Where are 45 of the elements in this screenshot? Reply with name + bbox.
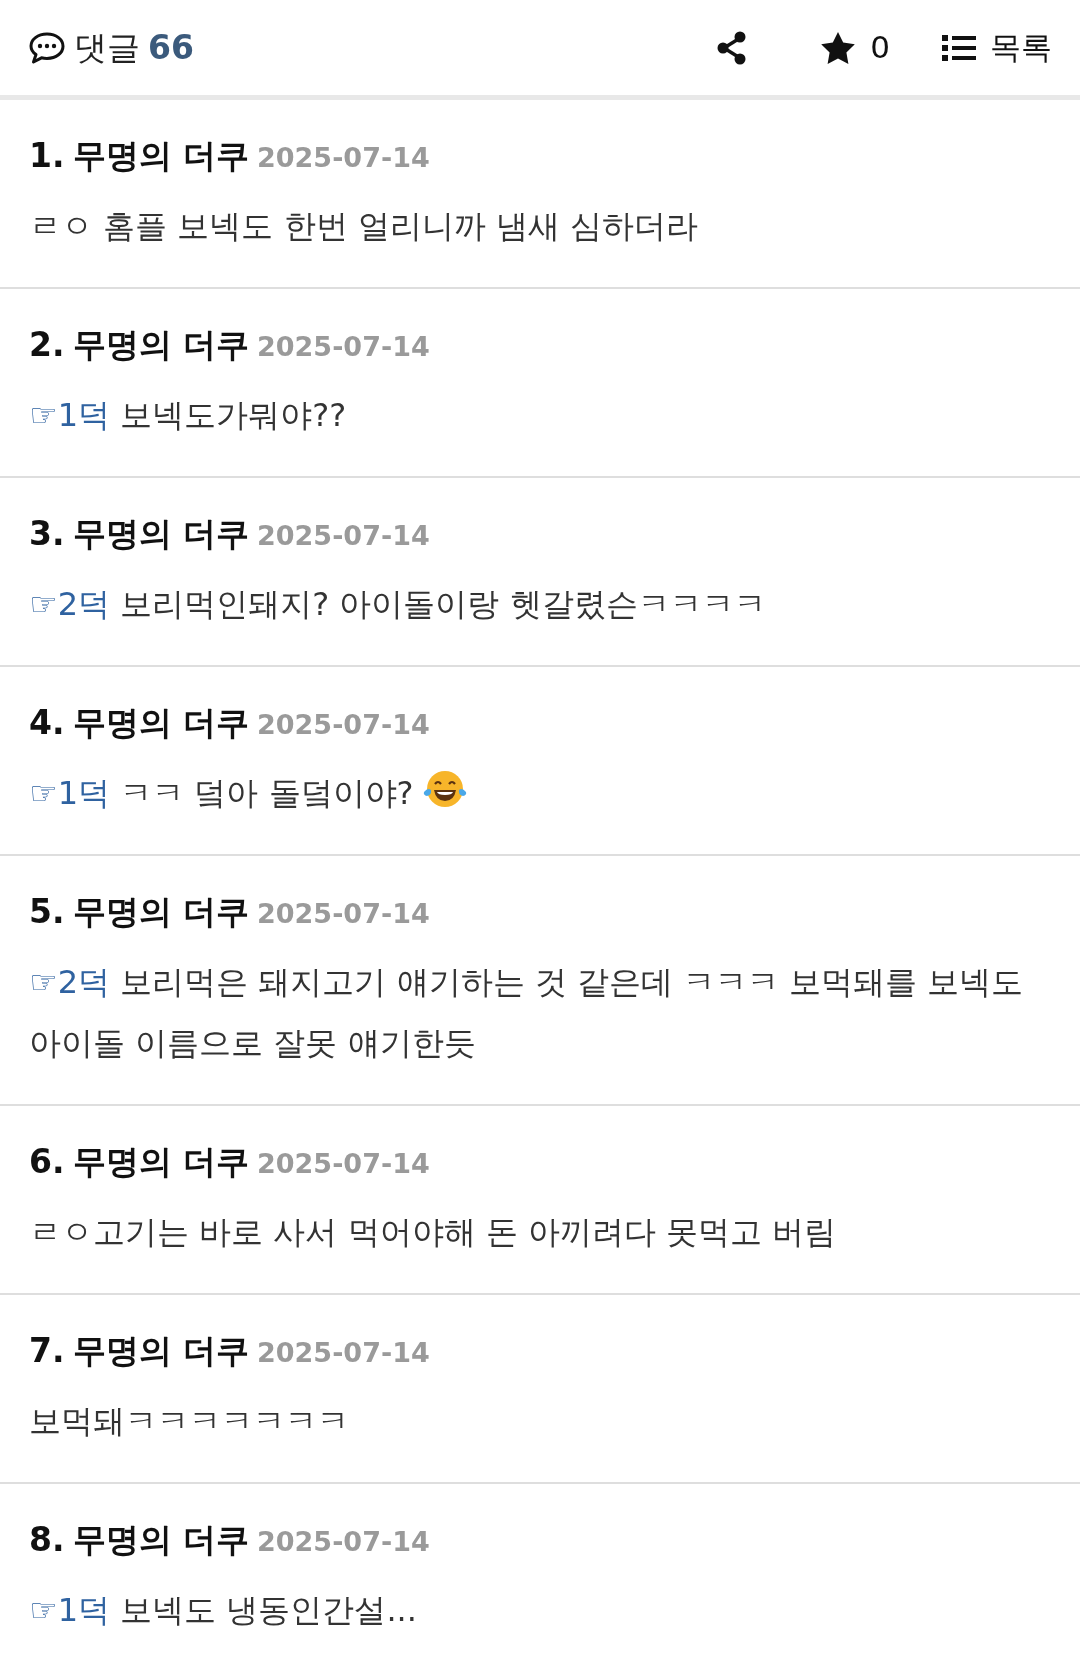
comment-date: 2025-07-14 [257,141,430,175]
comment-date: 2025-07-14 [257,708,430,742]
comment-text: 보먹돼ㅋㅋㅋㅋㅋㅋㅋ [29,1401,350,1442]
comment-text: ㄹㅇ 홈플 보넥도 한번 얼리니까 냄새 심하더라 [29,206,700,247]
comment-text: ☞1덕 ㅋㅋ 덬아 돌덬이야? [29,763,1051,824]
comment-date: 2025-07-14 [257,519,430,553]
comment-number: 4. [29,702,65,744]
comment-author: 무명의 더쿠 [72,1330,249,1372]
comments-title: 댓글 [74,26,140,69]
reply-link[interactable]: ☞2덕 [29,585,111,623]
comment-date: 2025-07-14 [257,1147,430,1181]
list-icon [942,33,976,62]
comment-date: 2025-07-14 [257,1525,430,1559]
comment-count: 66 [148,26,194,69]
comment-number: 3. [29,513,65,555]
speech-bubble-icon [28,30,66,65]
comment-author: 무명의 더쿠 [72,513,249,555]
comment-text: ☞1덕 보넥도 냉동인간설... [29,1590,418,1631]
comment-number: 1. [29,135,65,177]
comment-author: 무명의 더쿠 [72,324,249,366]
laughing-emoji-icon [421,768,468,810]
comment-author: 무명의 더쿠 [72,702,249,744]
comment-number: 8. [29,1519,65,1561]
comment-number: 5. [29,891,65,933]
list-button[interactable]: 목록 [942,24,1052,71]
comment-number: 2. [29,324,65,366]
star-icon [820,30,857,65]
comment-author: 무명의 더쿠 [72,1141,249,1183]
comment-date: 2025-07-14 [257,1336,430,1370]
comment-author: 무명의 더쿠 [72,891,249,933]
comment-author: 무명의 더쿠 [72,1519,249,1561]
comment-author: 무명의 더쿠 [72,135,249,177]
reply-link[interactable]: ☞1덕 [29,774,111,812]
comment-text: ㄹㅇ고기는 바로 사서 먹어야해 돈 아끼려다 못먹고 버림 [29,1212,838,1253]
reply-link[interactable]: ☞1덕 [29,396,111,434]
comment-number: 7. [29,1330,65,1372]
reply-link[interactable]: ☞2덕 [29,963,111,1001]
comment-text: ☞2덕 보리먹은 돼지고기 얘기하는 것 같은데 ㅋㅋㅋ 보먹돼를 보넥도 아이돌 이름으로 잘못 얘기한듯 [29,962,1025,1064]
reply-link[interactable]: ☞1덕 [29,1591,111,1629]
comment-date: 2025-07-14 [257,330,430,364]
comment-date: 2025-07-14 [257,897,430,931]
star-button[interactable]: 0 [820,24,890,71]
comment-number: 6. [29,1141,65,1183]
comment-text: ☞2덕 보리먹인돼지? 아이돌이랑 헷갈렸슨ㅋㅋㅋㅋ [29,584,767,625]
comment-text: ☞1덕 보넥도가뭐야?? [29,395,348,436]
